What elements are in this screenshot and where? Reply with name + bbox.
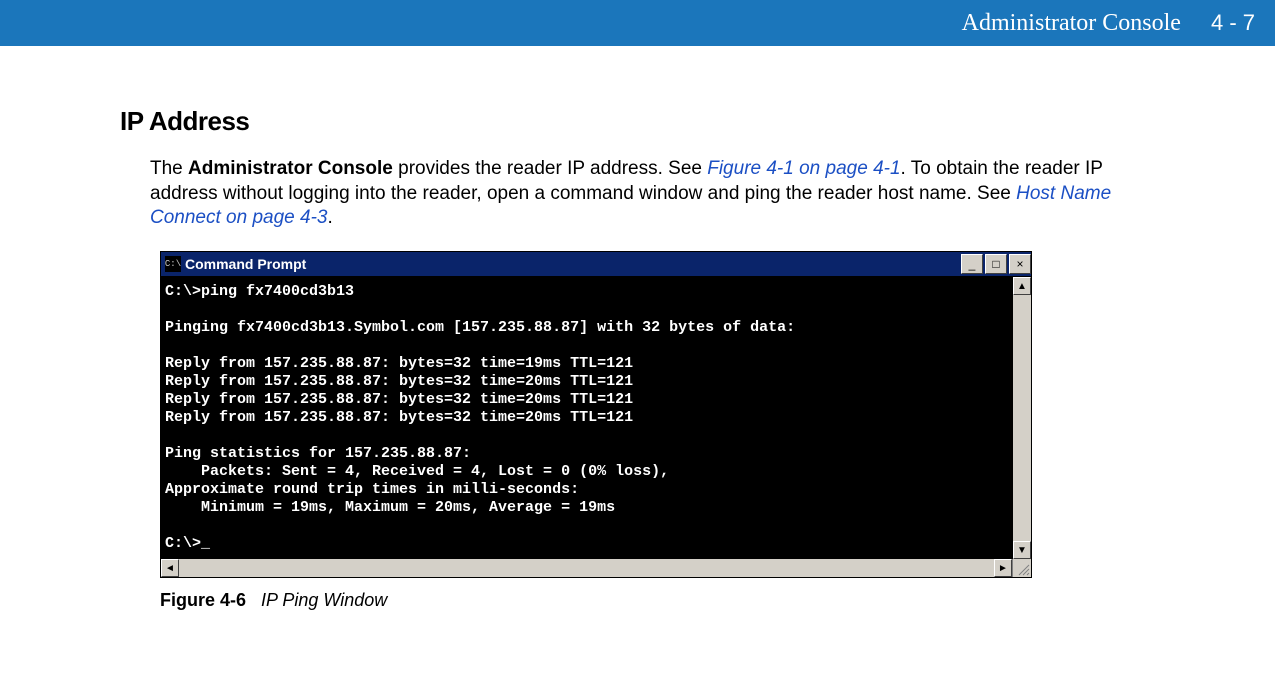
figure-caption: Figure 4-6 IP Ping Window <box>160 590 1155 611</box>
horizontal-scrollbar[interactable]: ◄ ► <box>161 559 1031 577</box>
text: provides the reader IP address. See <box>393 158 707 179</box>
scroll-left-icon[interactable]: ◄ <box>161 559 179 577</box>
section-heading: IP Address <box>120 106 1155 137</box>
header-title: Administrator Console <box>962 10 1181 37</box>
page-header: Administrator Console 4 - 7 <box>0 0 1275 46</box>
resize-grip-icon[interactable] <box>1012 559 1031 577</box>
close-button[interactable]: × <box>1009 254 1031 274</box>
intro-paragraph: The Administrator Console provides the r… <box>150 157 1155 231</box>
vertical-scrollbar[interactable]: ▲ ▼ <box>1013 277 1031 559</box>
scroll-up-icon[interactable]: ▲ <box>1013 277 1031 295</box>
maximize-button[interactable]: □ <box>985 254 1007 274</box>
console-output: C:\>ping fx7400cd3b13 Pinging fx7400cd3b… <box>161 277 1013 559</box>
scroll-down-icon[interactable]: ▼ <box>1013 541 1031 559</box>
scroll-right-icon[interactable]: ► <box>994 559 1012 577</box>
cmd-icon: C:\ <box>165 256 181 272</box>
inline-strong: Administrator Console <box>188 158 393 179</box>
text: The <box>150 158 188 179</box>
minimize-button[interactable]: _ <box>961 254 983 274</box>
figure-title: IP Ping Window <box>261 590 387 610</box>
text: . <box>327 207 332 228</box>
header-page-number: 4 - 7 <box>1211 10 1255 36</box>
window-title: Command Prompt <box>185 256 959 272</box>
figure-number: Figure 4-6 <box>160 590 246 610</box>
window-titlebar: C:\ Command Prompt _ □ × <box>161 252 1031 277</box>
command-prompt-window: C:\ Command Prompt _ □ × C:\>ping fx7400… <box>160 251 1032 578</box>
xref-figure-4-1[interactable]: Figure 4-1 on page 4-1 <box>707 158 900 179</box>
